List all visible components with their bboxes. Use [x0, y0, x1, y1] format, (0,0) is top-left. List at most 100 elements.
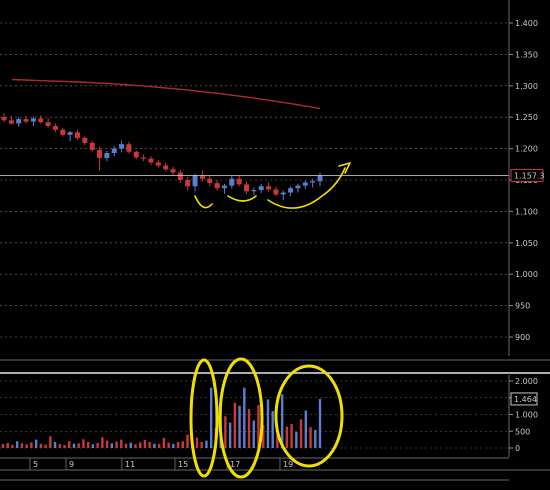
- x-tick-label: 9: [69, 460, 74, 469]
- candle-body: [214, 183, 220, 189]
- candle-body: [89, 142, 95, 150]
- volume-bar: [309, 427, 312, 448]
- volume-bar: [129, 442, 132, 448]
- candle-body: [60, 129, 66, 135]
- annotation-rising-curve: [267, 167, 346, 209]
- volume-bar: [72, 443, 76, 448]
- candle-body: [38, 118, 44, 123]
- stock-chart: 1.4001.3501.3001.2501.2001.1501.1001.050…: [0, 0, 550, 481]
- volume-bar: [167, 442, 170, 448]
- volume-bar: [20, 443, 24, 448]
- candle-body: [74, 132, 80, 138]
- moving-average-line: [11, 78, 321, 110]
- candle-body: [104, 152, 110, 159]
- candle-body: [317, 174, 323, 182]
- volume-bar: [314, 429, 317, 448]
- volume-tick-label: 500: [515, 427, 530, 436]
- volume-bar: [39, 443, 43, 448]
- annotation-ellipse-3: [274, 364, 344, 468]
- price-tick-label: 1.400: [515, 19, 538, 28]
- candle-body: [207, 178, 213, 184]
- candle-body: [273, 189, 279, 195]
- volume-bar: [209, 387, 213, 448]
- volume-bar: [304, 410, 308, 448]
- volume-bar: [157, 443, 161, 448]
- candle-body: [192, 175, 198, 187]
- volume-bar: [25, 444, 28, 448]
- candle-body: [229, 178, 235, 186]
- candle-body: [1, 117, 7, 121]
- volume-bar: [49, 436, 52, 448]
- candle-body: [310, 181, 316, 183]
- volume-bar: [124, 443, 128, 448]
- volume-bar: [63, 444, 66, 448]
- volume-tick-label: 1.000: [515, 411, 538, 420]
- volume-bar: [139, 442, 142, 448]
- volume-bar: [1, 443, 5, 448]
- date-x-axis: 5 9 11 15 17 19: [0, 457, 550, 481]
- volume-bar: [120, 439, 123, 448]
- candle-body: [133, 151, 139, 158]
- candle-body: [97, 149, 103, 159]
- volume-bar: [34, 439, 38, 448]
- candle-body: [126, 144, 132, 152]
- volume-bar: [195, 437, 199, 448]
- volume-bar: [134, 444, 137, 448]
- x-tick-label: 11: [125, 460, 135, 469]
- volume-bar: [238, 405, 241, 448]
- price-tick-label: 1.250: [515, 113, 538, 122]
- volume-bar: [6, 442, 9, 448]
- candle-body: [23, 119, 29, 122]
- candle-body: [148, 158, 154, 163]
- price-tick-label: 1.300: [515, 82, 538, 91]
- price-tick-label: 900: [515, 333, 530, 342]
- candle-body: [280, 192, 286, 195]
- candle-body: [302, 182, 308, 186]
- candle-body: [288, 188, 294, 193]
- candle-body: [111, 148, 117, 153]
- last-price-label: 1.157.3: [514, 171, 545, 180]
- price-tick-label: 1.350: [515, 50, 538, 59]
- candle-body: [236, 178, 242, 185]
- candle-body: [266, 186, 272, 190]
- volume-tick-label: 0: [515, 444, 520, 453]
- candle-body: [119, 144, 125, 149]
- volume-bar: [53, 441, 57, 448]
- volume-bar: [252, 420, 255, 448]
- volume-bar: [91, 444, 95, 448]
- x-tick-label: 17: [230, 460, 240, 469]
- volume-bar: [285, 426, 289, 448]
- volume-bar: [30, 442, 33, 448]
- volume-bar: [58, 443, 61, 448]
- volume-bar: [86, 441, 90, 448]
- candle-body: [67, 132, 73, 135]
- volume-bar: [96, 442, 99, 448]
- candle-body: [141, 157, 147, 159]
- candle-body: [295, 185, 301, 189]
- candle-body: [199, 175, 205, 179]
- volume-tick-label: 2.000: [515, 377, 538, 386]
- volume-bar: [224, 416, 227, 448]
- candle-body: [30, 118, 36, 122]
- volume-bar: [176, 441, 180, 448]
- volume-bar: [181, 441, 184, 448]
- volume-bar: [68, 441, 71, 448]
- volume-bar: [153, 443, 156, 448]
- volume-bar: [77, 443, 80, 448]
- volume-bar: [15, 441, 19, 448]
- price-tick-label: 1.000: [515, 270, 538, 279]
- candle-body: [177, 172, 183, 180]
- candle-body: [52, 125, 58, 130]
- candle-body: [185, 180, 191, 187]
- volume-bar: [290, 423, 293, 448]
- volume-bar: [271, 411, 274, 448]
- price-tick-label: 1.050: [515, 239, 538, 248]
- volume-bar: [247, 409, 251, 448]
- annotation-trough-1: [194, 195, 213, 209]
- volume-bar: [205, 440, 208, 448]
- volume-bar: [11, 444, 14, 448]
- candle-body: [45, 122, 51, 126]
- candle-body: [155, 162, 161, 166]
- price-tick-label: 1.200: [515, 145, 538, 154]
- volume-bar: [110, 443, 114, 448]
